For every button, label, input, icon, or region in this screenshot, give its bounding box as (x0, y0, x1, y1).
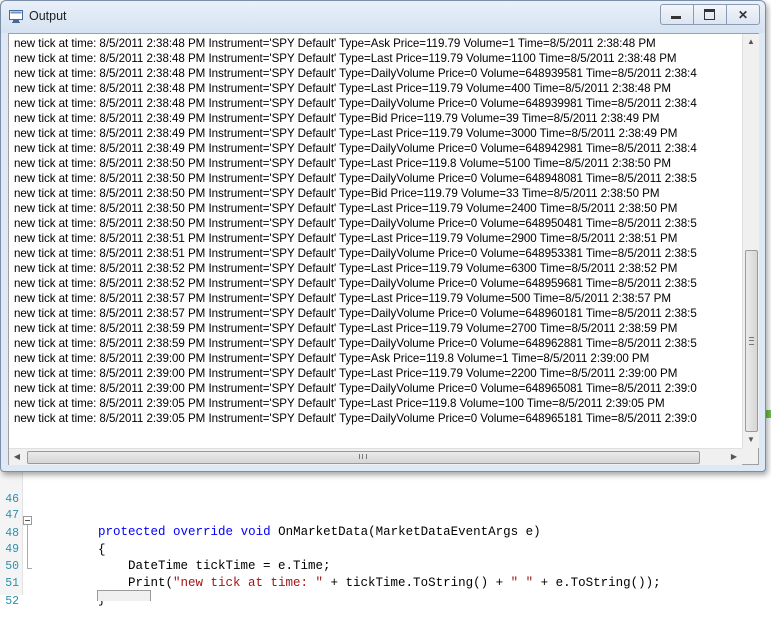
log-line: new tick at time: 8/5/2011 2:38:57 PM In… (14, 292, 671, 305)
log-line: new tick at time: 8/5/2011 2:38:48 PM In… (14, 67, 697, 80)
line-number: 52 (5, 595, 19, 608)
log-line: new tick at time: 8/5/2011 2:38:51 PM In… (14, 247, 697, 260)
change-marker (766, 410, 771, 418)
title-bar[interactable]: Output ✕ (1, 1, 765, 33)
log-line: new tick at time: 8/5/2011 2:38:50 PM In… (14, 202, 678, 215)
log-line: new tick at time: 8/5/2011 2:39:05 PM In… (14, 412, 697, 425)
log-line: new tick at time: 8/5/2011 2:39:00 PM In… (14, 367, 678, 380)
log-line: new tick at time: 8/5/2011 2:38:50 PM In… (14, 217, 697, 230)
log-line: new tick at time: 8/5/2011 2:38:50 PM In… (14, 157, 671, 170)
log-line: new tick at time: 8/5/2011 2:38:52 PM In… (14, 262, 678, 275)
code-line-51[interactable]: 51 } (0, 558, 771, 607)
log-lines: new tick at time: 8/5/2011 2:38:48 PM In… (9, 34, 742, 426)
log-line: new tick at time: 8/5/2011 2:39:00 PM In… (14, 352, 650, 365)
window-title: Output (29, 9, 67, 23)
code-line-48[interactable]: 48 { (0, 508, 771, 557)
grip-icon (359, 454, 367, 459)
output-panel[interactable]: new tick at time: 8/5/2011 2:38:48 PM In… (8, 33, 759, 465)
log-line: new tick at time: 8/5/2011 2:38:48 PM In… (14, 52, 677, 65)
output-window-icon (9, 10, 23, 23)
scroll-left-icon[interactable]: ◀ (9, 449, 25, 465)
fold-guide (27, 525, 28, 569)
vertical-scroll-thumb[interactable] (745, 250, 758, 432)
fold-guide-end (27, 568, 32, 569)
log-line: new tick at time: 8/5/2011 2:38:50 PM In… (14, 172, 697, 185)
log-line: new tick at time: 8/5/2011 2:38:48 PM In… (14, 37, 656, 50)
scroll-up-icon[interactable]: ▲ (743, 34, 759, 50)
code-line-49[interactable]: 49 DateTime tickTime = e.Time; (0, 524, 771, 573)
output-text-area[interactable]: new tick at time: 8/5/2011 2:38:48 PM In… (9, 34, 742, 448)
log-line: new tick at time: 8/5/2011 2:38:59 PM In… (14, 337, 697, 350)
log-line: new tick at time: 8/5/2011 2:38:49 PM In… (14, 112, 660, 125)
scrollbar-corner (742, 448, 758, 464)
code-line-50[interactable]: 50 Print("new tick at time: " + tickTime… (0, 541, 771, 590)
maximize-button[interactable] (694, 5, 727, 24)
minimize-button[interactable] (661, 5, 694, 24)
log-line: new tick at time: 8/5/2011 2:38:49 PM In… (14, 142, 697, 155)
editor-bottom-tab[interactable] (97, 590, 151, 601)
log-line: new tick at time: 8/5/2011 2:39:00 PM In… (14, 382, 697, 395)
scroll-right-icon[interactable]: ▶ (726, 449, 742, 465)
horizontal-scrollbar[interactable]: ◀ ▶ (9, 448, 742, 465)
log-line: new tick at time: 8/5/2011 2:38:48 PM In… (14, 97, 697, 110)
vertical-scrollbar[interactable]: ▲ ▼ (742, 34, 759, 448)
close-icon: ✕ (737, 7, 749, 22)
log-line: new tick at time: 8/5/2011 2:38:57 PM In… (14, 307, 697, 320)
log-line: new tick at time: 8/5/2011 2:38:49 PM In… (14, 127, 678, 140)
close-button[interactable]: ✕ (727, 5, 759, 24)
log-line: new tick at time: 8/5/2011 2:39:05 PM In… (14, 397, 665, 410)
log-line: new tick at time: 8/5/2011 2:38:59 PM In… (14, 322, 678, 335)
log-line: new tick at time: 8/5/2011 2:38:51 PM In… (14, 232, 678, 245)
code-line-47[interactable]: 47 protected override void OnMarketData(… (0, 490, 771, 539)
window-controls: ✕ (660, 4, 760, 25)
output-window[interactable]: Output ✕ new tick at time: 8/5/2011 2:38… (0, 0, 766, 472)
scroll-down-icon[interactable]: ▼ (743, 432, 759, 448)
horizontal-scroll-thumb[interactable] (27, 451, 700, 464)
log-line: new tick at time: 8/5/2011 2:38:52 PM In… (14, 277, 697, 290)
collapse-region-icon[interactable] (23, 516, 32, 525)
code-line-46[interactable]: 46 (0, 474, 771, 506)
log-line: new tick at time: 8/5/2011 2:38:50 PM In… (14, 187, 660, 200)
grip-icon (749, 337, 754, 345)
log-line: new tick at time: 8/5/2011 2:38:48 PM In… (14, 82, 671, 95)
